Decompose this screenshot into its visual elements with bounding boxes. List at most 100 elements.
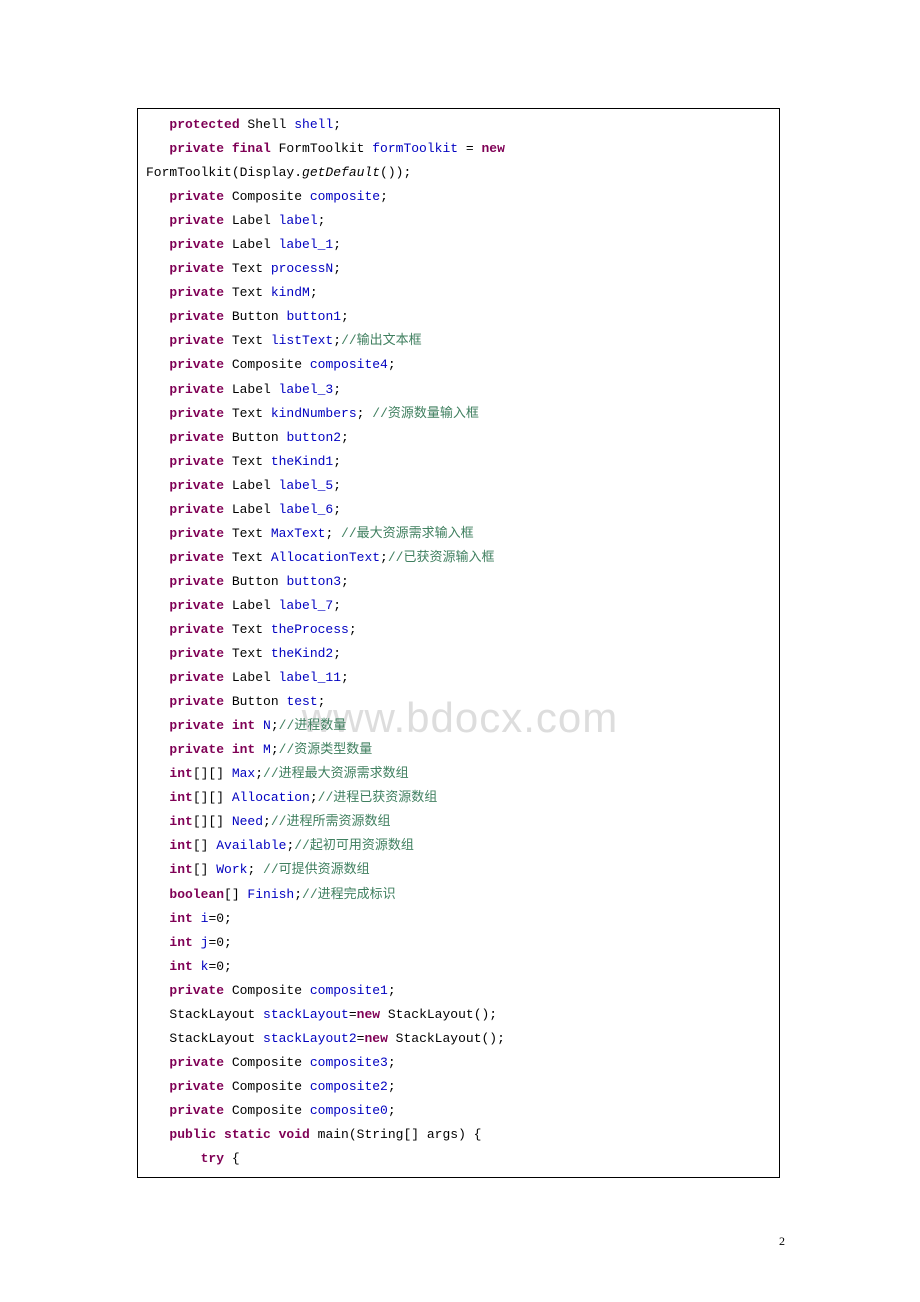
code-token (146, 983, 169, 998)
code-token (146, 141, 169, 156)
code-line: private Composite composite; (146, 185, 771, 209)
code-token: private (169, 526, 224, 541)
code-token: private int (169, 742, 255, 757)
code-token: Composite (224, 189, 310, 204)
code-line: private Button button3; (146, 570, 771, 594)
code-line: private Label label_6; (146, 498, 771, 522)
code-token: private (169, 1055, 224, 1070)
code-line: int[] Available;//起初可用资源数组 (146, 834, 771, 858)
code-token: formToolkit (372, 141, 458, 156)
code-token: Composite (224, 1055, 310, 1070)
code-token (146, 526, 169, 541)
code-token: Shell (240, 117, 295, 132)
code-token (146, 742, 169, 757)
code-token: composite2 (310, 1079, 388, 1094)
code-token: ; (325, 526, 341, 541)
code-token: ; (333, 598, 341, 613)
code-token: try (201, 1151, 224, 1166)
code-token (146, 887, 169, 902)
code-line: int k=0; (146, 955, 771, 979)
code-line: private Label label_11; (146, 666, 771, 690)
code-token: Text (224, 406, 271, 421)
code-token: label_1 (279, 237, 334, 252)
code-token (193, 959, 201, 974)
code-token: private (169, 309, 224, 324)
code-token (146, 598, 169, 613)
code-token (146, 646, 169, 661)
code-token: =0; (208, 911, 231, 926)
code-token: ; (380, 550, 388, 565)
code-token: Button (224, 430, 286, 445)
code-token: ; (247, 862, 263, 877)
code-token: label (279, 213, 318, 228)
code-token: Need (232, 814, 263, 829)
code-token: Composite (224, 1079, 310, 1094)
code-token: button2 (286, 430, 341, 445)
code-token: ; (318, 213, 326, 228)
code-line: int j=0; (146, 931, 771, 955)
code-token: composite1 (310, 983, 388, 998)
code-token (146, 670, 169, 685)
code-token: Label (224, 213, 279, 228)
code-token: ; (388, 357, 396, 372)
code-token: label_11 (279, 670, 341, 685)
code-token: private (169, 454, 224, 469)
code-token (193, 911, 201, 926)
code-line: private Label label_1; (146, 233, 771, 257)
code-token: [] (193, 862, 216, 877)
code-token: private (169, 382, 224, 397)
code-token: private (169, 1079, 224, 1094)
code-token: composite (310, 189, 380, 204)
code-token (146, 911, 169, 926)
code-token (146, 189, 169, 204)
code-token: ; (388, 1055, 396, 1070)
code-token: shell (294, 117, 333, 132)
code-token: Composite (224, 357, 310, 372)
code-token: kindNumbers (271, 406, 357, 421)
code-token: private (169, 261, 224, 276)
code-token: FormToolkit (271, 141, 372, 156)
code-token: theKind1 (271, 454, 333, 469)
code-token: StackLayout (146, 1007, 263, 1022)
code-token: button1 (286, 309, 341, 324)
code-token: private (169, 694, 224, 709)
code-token: = (458, 141, 481, 156)
code-token: ; (333, 478, 341, 493)
code-token: Text (224, 550, 271, 565)
code-token: ; (333, 382, 341, 397)
code-token (146, 959, 169, 974)
code-token: private (169, 670, 224, 685)
code-token: Label (224, 382, 279, 397)
code-token (193, 935, 201, 950)
code-token: ; (333, 333, 341, 348)
code-token: Label (224, 237, 279, 252)
code-token: composite0 (310, 1103, 388, 1118)
code-token: stackLayout (263, 1007, 349, 1022)
code-line: boolean[] Finish;//进程完成标识 (146, 883, 771, 907)
code-token (146, 718, 169, 733)
code-line: private final FormToolkit formToolkit = … (146, 137, 771, 161)
code-token: int (169, 790, 192, 805)
code-token (146, 1079, 169, 1094)
code-token (146, 1127, 169, 1142)
code-token: Label (224, 670, 279, 685)
code-token: label_7 (279, 598, 334, 613)
code-token: //进程已获资源数组 (318, 790, 438, 805)
code-token: new (481, 141, 504, 156)
code-token: StackLayout (146, 1031, 263, 1046)
code-token: composite3 (310, 1055, 388, 1070)
code-line: int[][] Max;//进程最大资源需求数组 (146, 762, 771, 786)
code-token: //进程最大资源需求数组 (263, 766, 409, 781)
code-token: Label (224, 502, 279, 517)
code-token (146, 574, 169, 589)
code-token: private (169, 983, 224, 998)
code-token: [][] (193, 790, 232, 805)
code-token (146, 1151, 201, 1166)
code-line: private Label label_7; (146, 594, 771, 618)
code-token (255, 718, 263, 733)
code-token: ; (263, 814, 271, 829)
code-token: private (169, 622, 224, 637)
code-token: ; (310, 285, 318, 300)
code-token: int (169, 959, 192, 974)
code-line: private int M;//资源类型数量 (146, 738, 771, 762)
